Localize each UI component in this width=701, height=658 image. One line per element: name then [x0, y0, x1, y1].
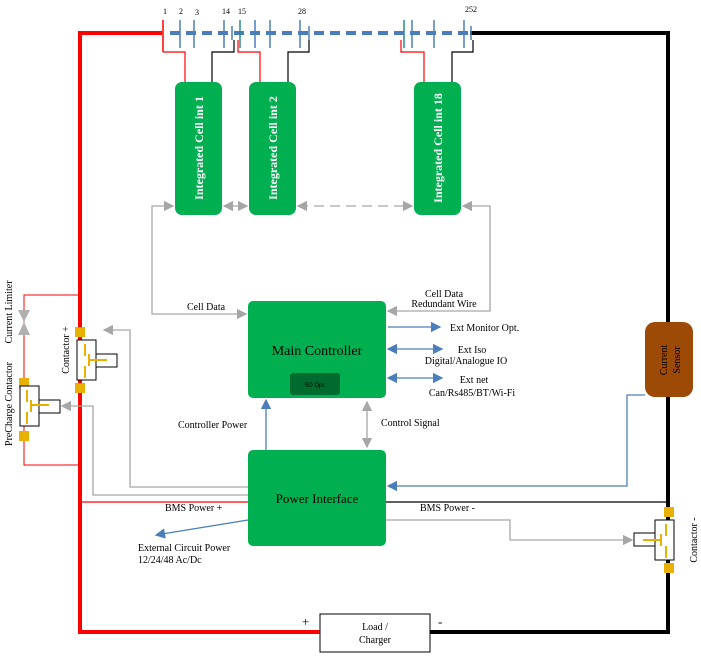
bms-power-plus-label: BMS Power + — [165, 503, 223, 514]
ext-net-label: Ext net — [460, 375, 489, 386]
ext-iso-label: Ext Iso — [458, 345, 487, 356]
load-charger[interactable]: Load / Charger — [319, 613, 431, 653]
current-limiter-label: Current Limiter — [4, 280, 15, 344]
module-1[interactable]: Integrated Cell int 1 — [175, 82, 222, 215]
cell-number: 3 — [195, 8, 199, 17]
cell-number: 28 — [298, 7, 306, 16]
power-interface-label: Power Interface — [276, 491, 359, 506]
ext-net-protocols-label: Can/Rs485/BT/Wi-Fi — [429, 388, 515, 399]
external-links — [154, 321, 645, 539]
bms-diagram: 1 2 3 14 15 28 252 Integrated Cell int 1… — [4, 5, 700, 653]
module-label: Integrated Cell int 2 — [266, 96, 280, 200]
module-label: Integrated Cell int 18 — [431, 93, 445, 203]
precharge-contactor[interactable] — [19, 378, 61, 441]
cell-number: 14 — [222, 7, 230, 16]
plus-sign: + — [302, 614, 309, 629]
ext-monitor-label: Ext Monitor Opt. — [450, 323, 519, 334]
cell-number: 15 — [238, 7, 246, 16]
current-sensor-label-1: Current — [659, 345, 670, 376]
current-sensor[interactable]: Current Sensor — [645, 322, 693, 397]
ext-circuit-label: External Circuit Power — [138, 543, 231, 554]
cell-number: 1 — [163, 7, 167, 16]
module-label: Integrated Cell int 1 — [192, 96, 206, 200]
cell-string — [162, 20, 472, 52]
sd-label: SD Opt. — [304, 383, 326, 389]
redundant-wire-label: Redundant Wire — [411, 299, 477, 310]
cell-number: 2 — [179, 7, 183, 16]
cell-number: 252 — [465, 5, 477, 14]
module-18[interactable]: Integrated Cell int 18 — [414, 82, 461, 215]
contactor-plus-label: Contactor + — [61, 326, 72, 374]
load-label: Load / — [362, 622, 388, 633]
contactor-minus-label: Contactor - — [689, 517, 700, 562]
current-limiter — [18, 310, 30, 335]
precharge-path — [23, 294, 80, 466]
current-sensor-label-2: Sensor — [672, 346, 683, 374]
digital-analogue-label: Digital/Analogue IO — [425, 356, 507, 367]
ext-circuit-voltage-label: 12/24/48 Ac/Dc — [138, 555, 202, 566]
minus-sign: - — [438, 614, 442, 629]
bms-power-minus-label: BMS Power - — [420, 503, 475, 514]
main-controller[interactable]: Main Controller SD Opt. — [248, 301, 386, 398]
precharge-label: PreCharge Contactor — [4, 361, 15, 446]
charger-label: Charger — [359, 635, 392, 646]
cell-data-label: Cell Data — [187, 302, 226, 313]
control-signal-label: Control Signal — [381, 418, 440, 429]
module-2[interactable]: Integrated Cell int 2 — [249, 82, 296, 215]
contactor-plus[interactable] — [75, 327, 118, 393]
cell-numbers: 1 2 3 14 15 28 252 — [163, 5, 477, 17]
main-controller-label: Main Controller — [272, 344, 363, 359]
contactor-minus[interactable] — [633, 507, 675, 573]
power-interface[interactable]: Power Interface — [248, 450, 386, 546]
controller-power-label: Controller Power — [178, 420, 248, 431]
module-leads — [163, 40, 474, 82]
